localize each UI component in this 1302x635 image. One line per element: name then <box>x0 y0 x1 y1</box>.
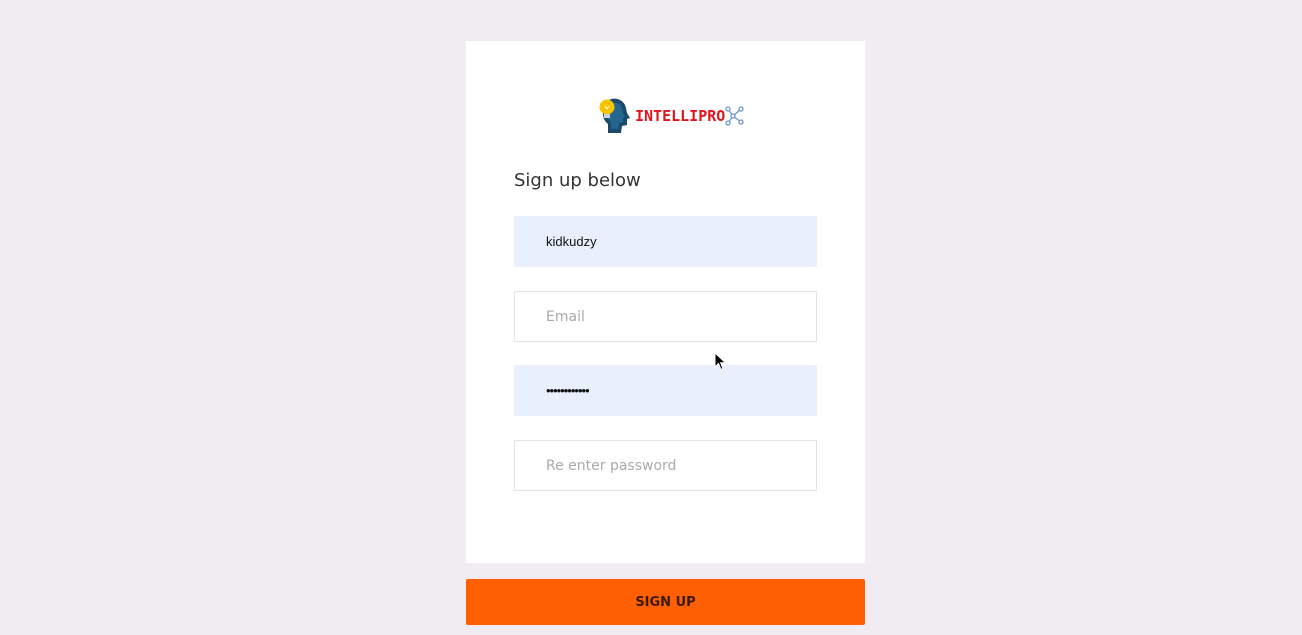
confirm-password-field[interactable]: Re enter password <box>514 440 817 491</box>
email-field[interactable]: Email <box>514 291 817 342</box>
head-lightbulb-icon <box>599 98 630 133</box>
mouse-cursor-icon <box>714 352 727 371</box>
network-nodes-icon <box>725 106 744 126</box>
signup-button[interactable]: SIGN UP <box>466 579 865 625</box>
brand-logo: INTELLIPRO <box>596 96 745 136</box>
brand-name: INTELLIPRO <box>635 107 726 125</box>
signup-card: INTELLIPRO Sign up below kidkudzy Email … <box>466 41 865 563</box>
password-field[interactable]: •••••••••••• <box>514 365 817 416</box>
username-input[interactable]: kidkudzy <box>514 216 817 267</box>
page-title: Sign up below <box>514 170 641 191</box>
